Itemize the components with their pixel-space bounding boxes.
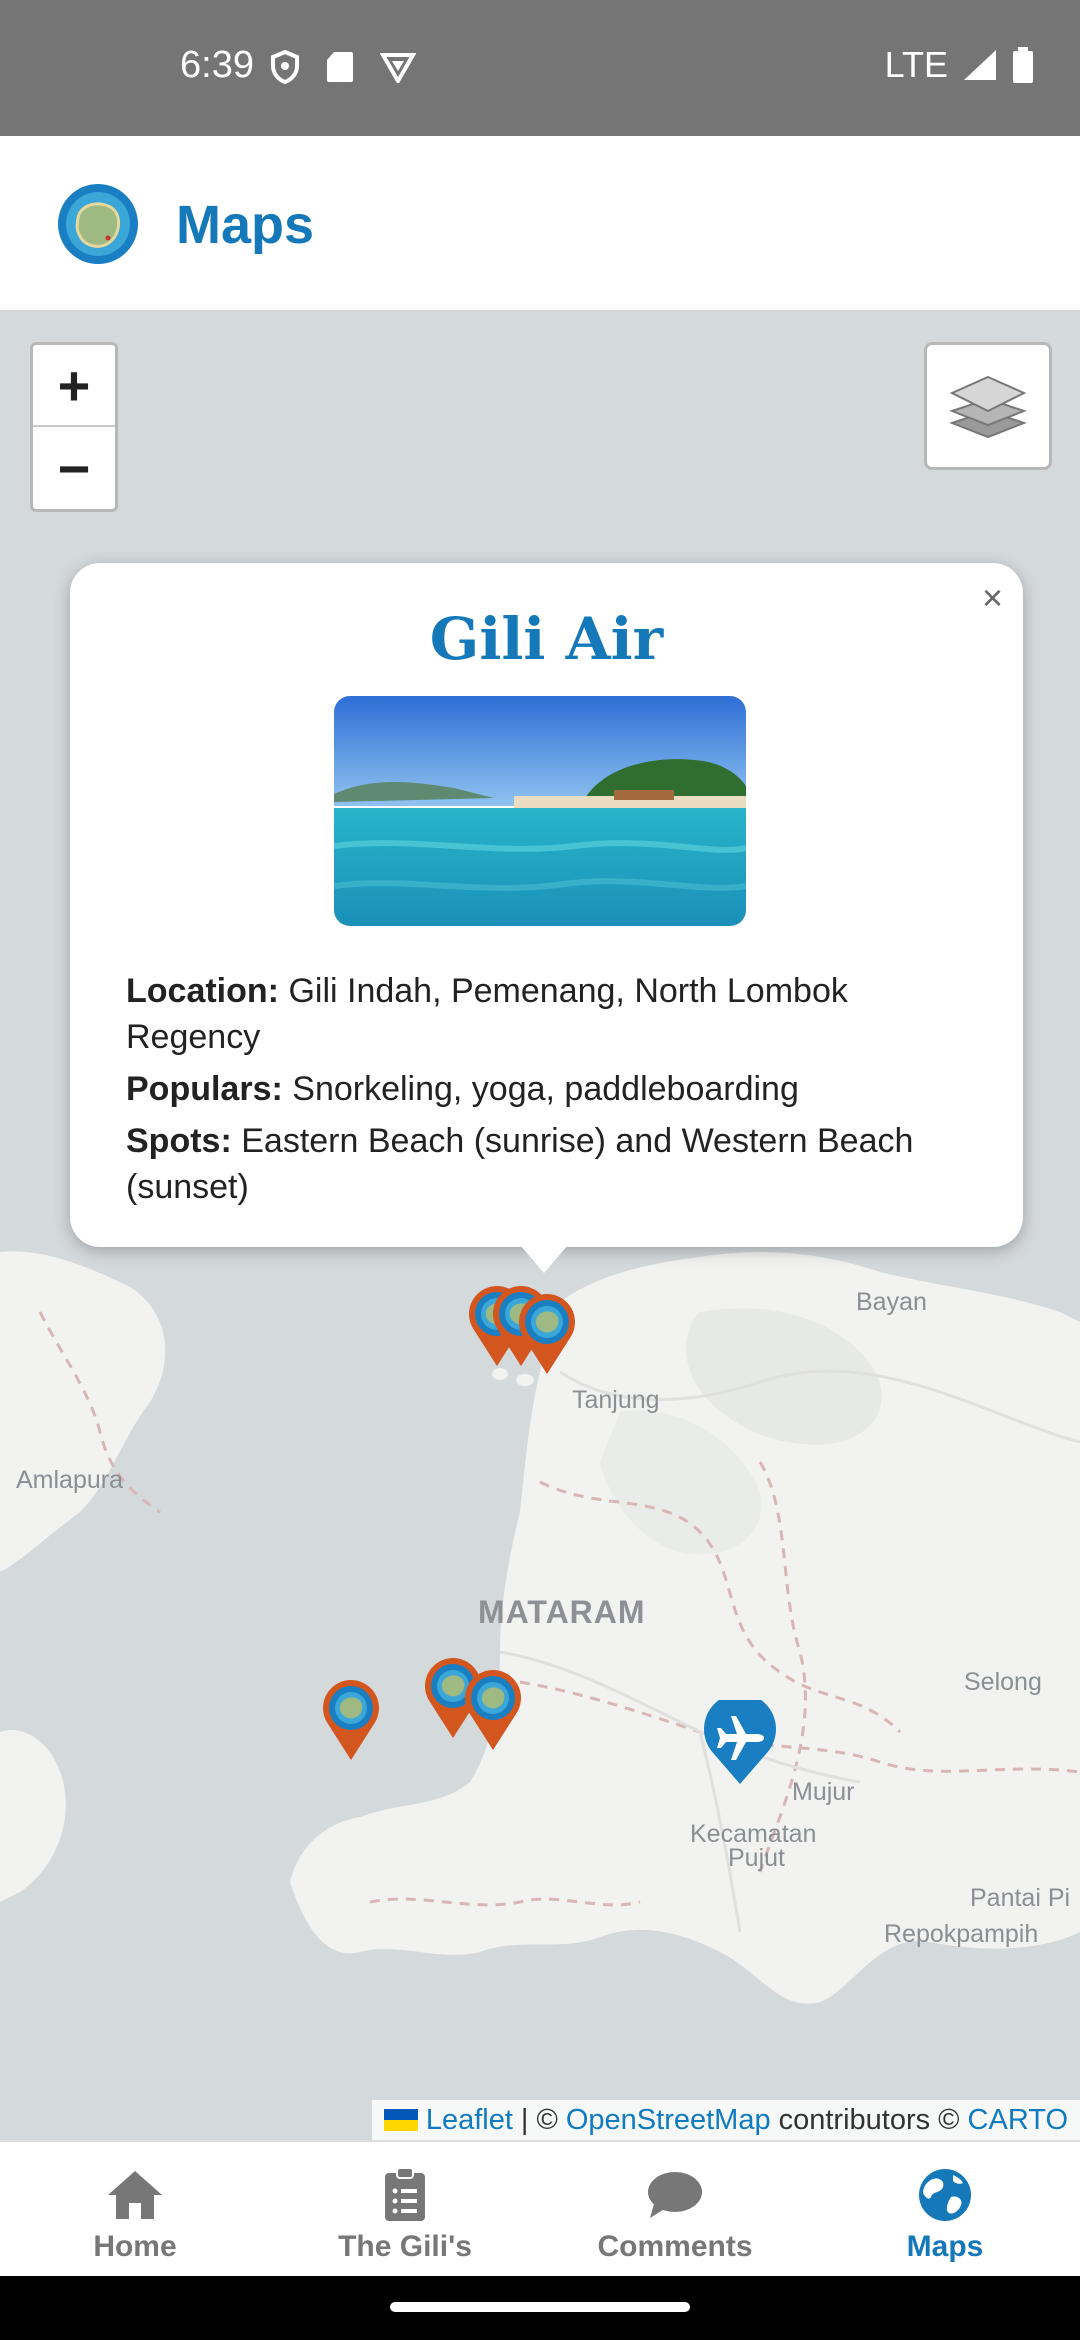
map-label-bayan: Bayan — [856, 1288, 927, 1316]
bottom-navigation: Home The Gili's Comments Maps — [0, 2140, 1080, 2276]
attribution-contributors: contributors © — [778, 2103, 960, 2136]
map-label-selong: Selong — [964, 1668, 1042, 1696]
attribution-separator: | © — [520, 2103, 558, 2136]
vpn-icon — [380, 53, 416, 83]
location-label: Location: — [126, 972, 279, 1010]
status-right: LTE — [885, 44, 1034, 86]
zoom-control: + − — [30, 342, 118, 512]
popup-populars-row: Populars: Snorkeling, yoga, paddleboardi… — [126, 1066, 986, 1112]
comment-icon — [648, 2172, 702, 2218]
popup-details: Location: Gili Indah, Pemenang, North Lo… — [126, 968, 986, 1216]
status-bar: 6:39 LTE — [0, 0, 1080, 136]
battery-icon — [1013, 47, 1033, 83]
nav-label-comments: Comments — [597, 2230, 753, 2263]
popup-location-row: Location: Gili Indah, Pemenang, North Lo… — [126, 968, 986, 1060]
status-time: 6:39 — [180, 44, 254, 86]
nav-item-the-gilis[interactable]: The Gili's — [270, 2142, 540, 2276]
home-icon — [108, 2171, 162, 2219]
carto-link[interactable]: CARTO — [968, 2104, 1068, 2137]
signal-icon — [964, 50, 996, 80]
page-title: Maps — [176, 195, 315, 255]
gesture-handle[interactable] — [390, 2302, 690, 2312]
map-label-repokpampih: Repokpampih — [884, 1920, 1039, 1948]
map-marker-gili-kedis[interactable] — [462, 1668, 524, 1752]
map-label-pujut: Pujut — [728, 1844, 785, 1872]
nav-item-comments[interactable]: Comments — [540, 2142, 810, 2276]
network-type: LTE — [884, 44, 948, 85]
zoom-in-button[interactable]: + — [33, 345, 115, 427]
app-bar: Maps — [0, 136, 1080, 312]
layers-icon — [949, 375, 1027, 439]
popup-spots-row: Spots: Eastern Beach (sunrise) and Weste… — [126, 1118, 986, 1210]
system-gesture-bar — [0, 2276, 1080, 2340]
status-notification-icons — [270, 50, 416, 84]
clipboard-list-icon — [385, 2167, 425, 2221]
island-logo-icon — [58, 184, 138, 264]
map-label-amlapura: Amlapura — [16, 1466, 123, 1494]
marker-popup: × Gili Air Location: Gili Indah, Pemenan… — [70, 563, 1023, 1247]
nav-label-home: Home — [93, 2230, 177, 2263]
map-attribution: Leaflet | © OpenStreetMap contributors ©… — [371, 2100, 1080, 2140]
zoom-out-button[interactable]: − — [33, 427, 115, 509]
spots-value: Eastern Beach (sunrise) and Western Beac… — [126, 1122, 914, 1206]
nav-label-maps: Maps — [906, 2230, 984, 2263]
populars-label: Populars: — [126, 1070, 283, 1108]
map-label-pantai: Pantai Pi — [970, 1884, 1071, 1912]
nav-item-home[interactable]: Home — [0, 2142, 270, 2276]
popup-tip — [520, 1245, 568, 1273]
map-marker-gili-air[interactable] — [516, 1292, 578, 1376]
osm-link[interactable]: OpenStreetMap — [566, 2104, 771, 2137]
shield-icon — [271, 50, 299, 84]
nav-label-the-gilis: The Gili's — [338, 2230, 472, 2263]
sd-card-icon — [327, 52, 353, 82]
leaflet-link[interactable]: Leaflet — [426, 2104, 513, 2137]
map-label-mataram: MATARAM — [478, 1594, 646, 1630]
map-marker-gili-nanggu[interactable] — [320, 1678, 382, 1762]
layers-button[interactable] — [924, 342, 1052, 470]
popup-title: Gili Air — [429, 605, 664, 673]
ukraine-flag-icon — [383, 2109, 418, 2131]
populars-value: Snorkeling, yoga, paddleboarding — [292, 1070, 799, 1108]
nav-item-maps[interactable]: Maps — [810, 2142, 1080, 2276]
map-label-tanjung: Tanjung — [572, 1386, 660, 1414]
globe-icon — [919, 2169, 971, 2221]
spots-label: Spots: — [126, 1122, 232, 1160]
airport-marker-icon[interactable] — [702, 1700, 778, 1786]
popup-island-photo — [334, 696, 746, 926]
map-label-mujur: Mujur — [792, 1778, 855, 1806]
